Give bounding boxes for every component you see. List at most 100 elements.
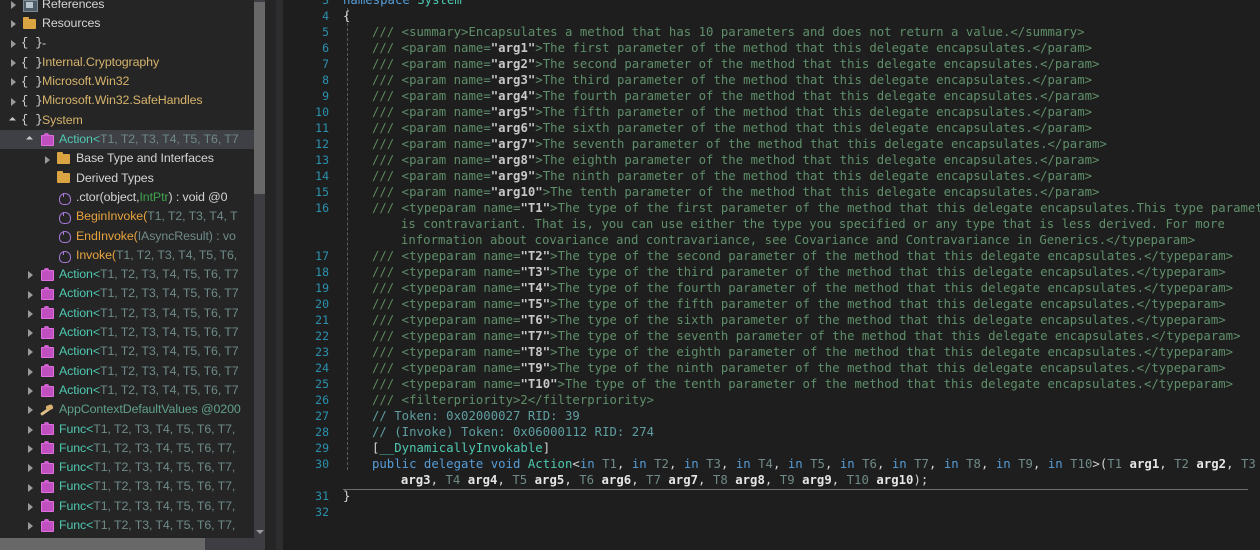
- tree-item[interactable]: Base Type and Interfaces: [0, 149, 265, 168]
- tree-item[interactable]: Action< T1, T2, T3, T4, T5, T6, T7: [0, 265, 265, 284]
- code-line[interactable]: /// <typeparam name="T2">The type of the…: [372, 248, 1233, 264]
- tree-item[interactable]: Func< T1, T2, T3, T4, T5, T6, T7,: [0, 439, 265, 458]
- tree-item[interactable]: Derived Types: [0, 169, 265, 188]
- tree-item[interactable]: Resources: [0, 14, 265, 33]
- chevron-right-icon[interactable]: [25, 285, 38, 304]
- code-line[interactable]: /// <param name="arg9">The ninth paramet…: [372, 168, 1092, 184]
- tree-horizontal-scrollbar[interactable]: [0, 538, 265, 550]
- code-line[interactable]: // (Invoke) Token: 0x06000112 RID: 274: [372, 424, 654, 440]
- tree-item[interactable]: Func< T1, T2, T3, T4, T5, T6, T7,: [0, 420, 265, 439]
- chevron-right-icon[interactable]: [8, 53, 21, 72]
- tree-item[interactable]: { } Microsoft.Win32.SafeHandles: [0, 91, 265, 110]
- tree-item[interactable]: Action< T1, T2, T3, T4, T5, T6, T7: [0, 323, 265, 342]
- chevron-down-icon[interactable]: [8, 111, 21, 130]
- tree-item[interactable]: { } Microsoft.Win32: [0, 72, 265, 91]
- chevron-right-icon[interactable]: [25, 265, 38, 284]
- tree-item[interactable]: { } -: [0, 34, 265, 53]
- tree-item[interactable]: Action< T1, T2, T3, T4, T5, T6, T7: [0, 304, 265, 323]
- tree-vertical-scrollbar[interactable]: [254, 0, 265, 538]
- panel-splitter[interactable]: [276, 0, 283, 550]
- code-line[interactable]: /// <param name="arg4">The fourth parame…: [372, 88, 1100, 104]
- code-line[interactable]: public delegate void Action<in T1, in T2…: [372, 456, 1256, 472]
- chevron-right-icon[interactable]: [25, 458, 38, 477]
- assembly-explorer-tree-panel[interactable]: References Resources{ } -{ } Internal.Crypt…: [0, 0, 283, 550]
- chevron-right-icon[interactable]: [8, 14, 21, 33]
- code-line[interactable]: /// <param name="arg6">The sixth paramet…: [372, 120, 1092, 136]
- code-line[interactable]: /// <param name="arg8">The eighth parame…: [372, 152, 1100, 168]
- tree-item[interactable]: Action< T1, T2, T3, T4, T5, T6, T7: [0, 381, 265, 400]
- chevron-right-icon[interactable]: [8, 92, 21, 111]
- method-icon: [55, 209, 73, 225]
- code-line[interactable]: /// <param name="arg3">The third paramet…: [372, 72, 1092, 88]
- chevron-right-icon[interactable]: [25, 362, 38, 381]
- code-line[interactable]: [__DynamicallyInvokable]: [372, 440, 550, 456]
- code-line[interactable]: }: [343, 488, 350, 504]
- chevron-right-icon[interactable]: [25, 400, 38, 419]
- decompiler-code-editor[interactable]: 3 4 5 6 7 8 9 10 11 12 13 14 15 16 17 18 19 20 21 22 23 24 25 2…: [283, 0, 1260, 550]
- code-line[interactable]: {: [343, 8, 350, 24]
- code-line[interactable]: is contravariant. That is, you can use e…: [401, 216, 1225, 232]
- code-text-area[interactable]: namespace System{ /// <summary>Encapsulat…: [343, 0, 1260, 550]
- tree-vertical-scrollbar-thumb[interactable]: [254, 2, 265, 194]
- code-line[interactable]: /// <summary>Encapsulates a method that …: [372, 24, 1085, 40]
- code-line[interactable]: // Token: 0x02000027 RID: 39: [372, 408, 580, 424]
- tree-item[interactable]: Invoke(T1, T2, T3, T4, T5, T6,: [0, 246, 265, 265]
- chevron-right-icon[interactable]: [25, 381, 38, 400]
- code-line[interactable]: /// <typeparam name="T9">The type of the…: [372, 360, 1226, 376]
- tree-item[interactable]: Action< T1, T2, T3, T4, T5, T6, T7: [0, 130, 265, 150]
- chevron-right-icon[interactable]: [25, 420, 38, 439]
- tree-item[interactable]: AppContextDefaultValues @0200: [0, 400, 265, 419]
- code-line[interactable]: namespace System: [343, 0, 462, 8]
- chevron-down-icon[interactable]: [25, 130, 38, 149]
- code-token: ///: [371, 297, 402, 311]
- tree-item[interactable]: .ctor(object, IntPtr) : void @0: [0, 188, 265, 207]
- chevron-right-icon[interactable]: [8, 72, 21, 91]
- tree-item[interactable]: Action< T1, T2, T3, T4, T5, T6, T7: [0, 342, 265, 361]
- chevron-right-icon[interactable]: [25, 497, 38, 516]
- tree-item[interactable]: Func< T1, T2, T3, T4, T5, T6, T7,: [0, 477, 265, 496]
- code-line[interactable]: /// <filterpriority>2</filterpriority>: [372, 392, 654, 408]
- code-line[interactable]: /// <typeparam name="T7">The type of the…: [372, 328, 1241, 344]
- code-line[interactable]: /// <param name="arg10">The tenth parame…: [372, 184, 1100, 200]
- tree-item[interactable]: References: [0, 0, 265, 14]
- tree-item[interactable]: { } Internal.Cryptography: [0, 53, 265, 72]
- code-line[interactable]: /// <param name="arg1">The first paramet…: [372, 40, 1092, 56]
- code-line[interactable]: /// <typeparam name="T6">The type of the…: [372, 312, 1226, 328]
- code-line[interactable]: /// <typeparam name="T3">The type of the…: [372, 264, 1226, 280]
- chevron-right-icon[interactable]: [25, 304, 38, 323]
- line-number: 19: [315, 281, 329, 295]
- code-line[interactable]: information about covariance and contrav…: [401, 232, 1195, 248]
- line-number: 17: [315, 249, 329, 263]
- code-line[interactable]: /// <typeparam name="T5">The type of the…: [372, 296, 1226, 312]
- tree-scroll-down-arrow-icon[interactable]: [254, 525, 265, 538]
- tree-item[interactable]: { } System: [0, 111, 265, 130]
- tree-item[interactable]: BeginInvoke(T1, T2, T3, T4, T: [0, 207, 265, 226]
- code-line[interactable]: arg3, T4 arg4, T5 arg5, T6 arg6, T7 arg7…: [401, 472, 928, 488]
- tree-horizontal-scrollbar-thumb[interactable]: [0, 538, 205, 550]
- code-token: T5: [810, 457, 825, 471]
- code-line[interactable]: /// <param name="arg2">The second parame…: [372, 56, 1100, 72]
- tree-item[interactable]: Func< T1, T2, T3, T4, T5, T6, T7,: [0, 497, 265, 516]
- code-line[interactable]: /// <typeparam name="T1">The type of the…: [372, 200, 1260, 216]
- tree-item[interactable]: Action< T1, T2, T3, T4, T5, T6, T7: [0, 284, 265, 303]
- chevron-right-icon[interactable]: [25, 342, 38, 361]
- code-line[interactable]: /// <param name="arg7">The seventh param…: [372, 136, 1107, 152]
- chevron-right-icon[interactable]: [25, 516, 38, 533]
- tree-scroll-area[interactable]: References Resources{ } -{ } Internal.Crypt…: [0, 0, 265, 533]
- tree-item[interactable]: EndInvoke(IAsyncResult) : vo: [0, 227, 265, 246]
- code-line[interactable]: /// <typeparam name="T10">The type of th…: [372, 376, 1233, 392]
- tree-item[interactable]: Action< T1, T2, T3, T4, T5, T6, T7: [0, 362, 265, 381]
- code-line[interactable]: /// <typeparam name="T8">The type of the…: [372, 344, 1233, 360]
- code-line[interactable]: /// <typeparam name="T4">The type of the…: [372, 280, 1233, 296]
- chevron-right-icon[interactable]: [25, 323, 38, 342]
- method-icon: [55, 190, 73, 206]
- chevron-right-icon[interactable]: [25, 478, 38, 497]
- chevron-right-icon[interactable]: [25, 439, 38, 458]
- chevron-right-icon[interactable]: [8, 34, 21, 53]
- tree-item[interactable]: Func< T1, T2, T3, T4, T5, T6, T7,: [0, 516, 265, 533]
- code-line[interactable]: /// <param name="arg5">The fifth paramet…: [372, 104, 1092, 120]
- line-number: 6: [322, 41, 329, 55]
- tree-item[interactable]: Func< T1, T2, T3, T4, T5, T6, T7,: [0, 458, 265, 477]
- chevron-right-icon[interactable]: [8, 0, 21, 14]
- chevron-right-icon[interactable]: [42, 150, 55, 169]
